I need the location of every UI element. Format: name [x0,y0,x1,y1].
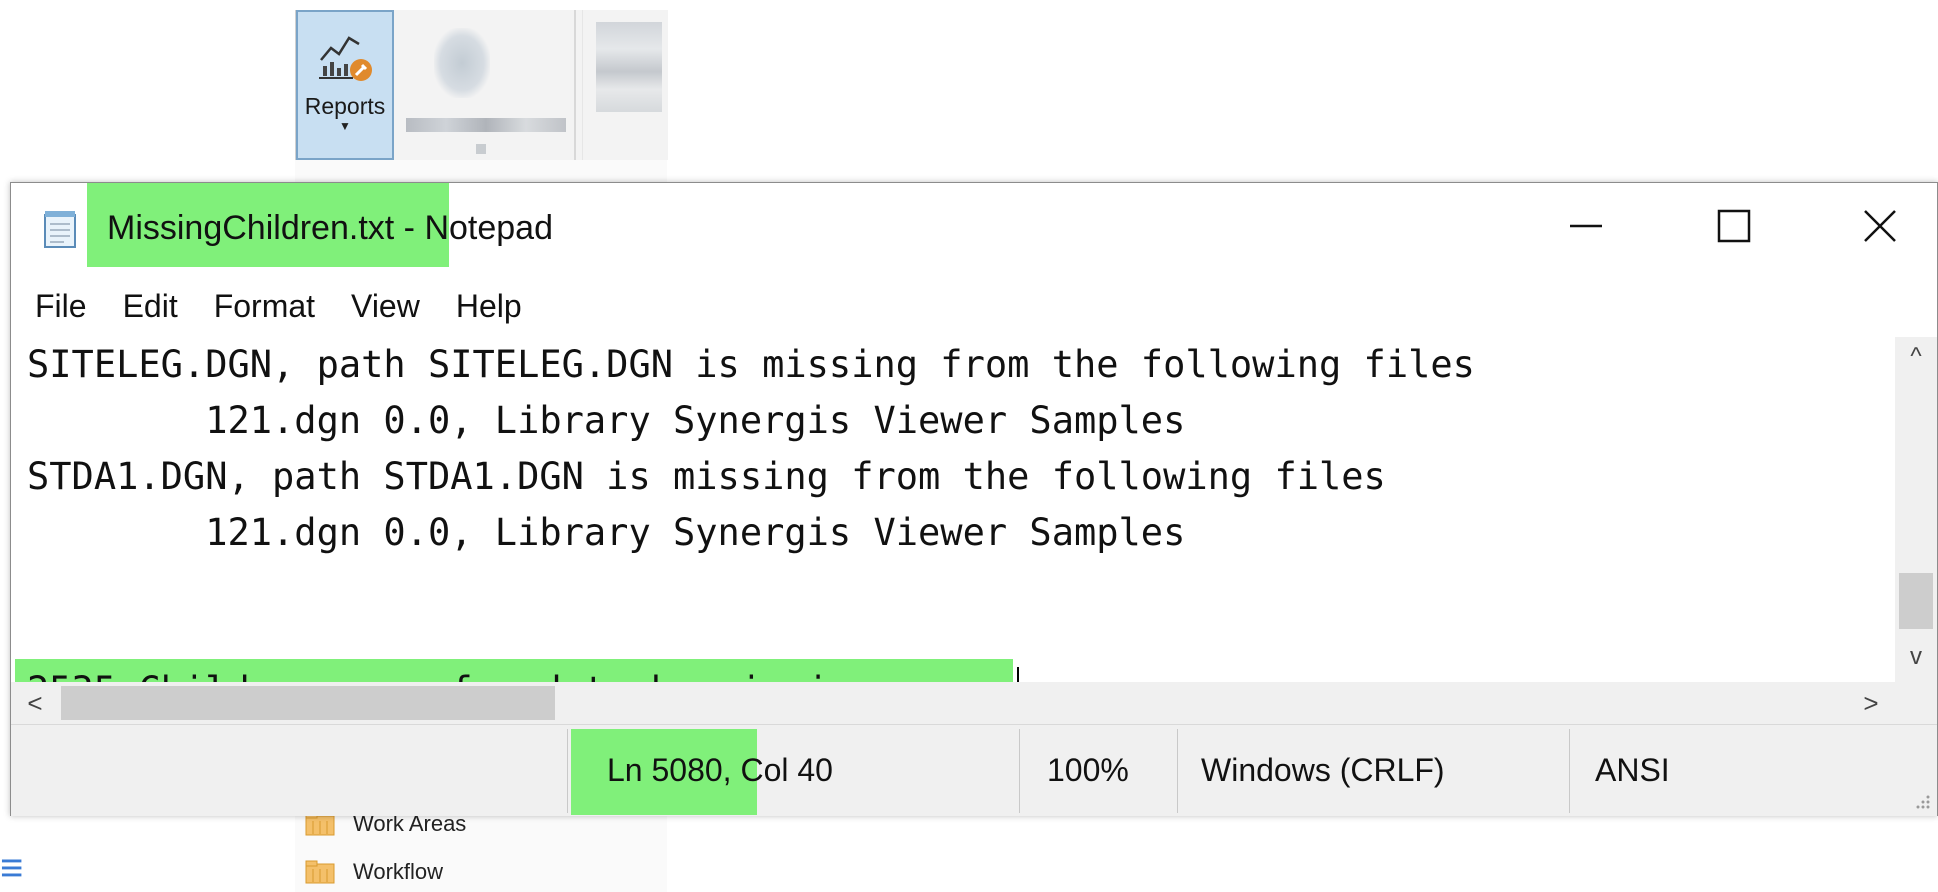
reports-button[interactable]: Reports ▼ [296,10,394,160]
reports-chart-icon [319,36,372,81]
title-bar[interactable]: MissingChildren.txt - Notepad [11,183,1937,275]
minimize-button[interactable] [1531,191,1641,261]
minimize-icon [1570,224,1602,228]
blurred-icon [434,28,490,98]
ribbon-separator [582,10,583,160]
text-caret [1017,667,1019,682]
horizontal-scrollbar[interactable]: < > [11,682,1896,724]
scroll-down-button[interactable]: v [1895,637,1937,677]
scroll-up-button[interactable]: ^ [1895,337,1937,377]
ribbon-separator [574,10,576,160]
status-divider [567,729,568,813]
tree-item-label: Workflow [353,859,444,884]
chevron-down-icon: ▼ [339,119,351,133]
status-bar: Ln 5080, Col 40 100% Windows (CRLF) ANSI [11,724,1937,816]
title-filename: MissingChildren.txt [107,209,395,247]
menu-help[interactable]: Help [456,288,522,325]
text-line: STDA1.DGN, path STDA1.DGN is missing fro… [27,455,1386,498]
menu-bar: File Edit Format View Help [11,281,1937,331]
scroll-left-button[interactable]: < [15,682,55,724]
blurred-label [406,118,566,132]
scroll-right-button[interactable]: > [1851,682,1891,724]
close-button[interactable] [1825,191,1935,261]
status-column-number: , Col 40 [722,752,833,788]
status-position: Ln 5080, Col 40 [607,725,833,816]
vertical-scroll-thumb[interactable] [1899,573,1933,629]
close-icon [1864,210,1896,242]
blurred-caret [476,144,486,154]
folder-icon [305,860,335,884]
text-editor[interactable]: SITELEG.DGN, path SITELEG.DGN is missing… [11,337,1896,682]
status-zoom: 100% [1047,752,1129,788]
maximize-icon [1717,209,1751,243]
status-divider [1569,729,1570,813]
ribbon: Reports ▼ [295,10,668,160]
blurred-ribbon-button[interactable] [406,20,566,154]
maximize-button[interactable] [1679,191,1789,261]
reports-label: Reports [304,93,386,119]
tree-item-workflow[interactable]: Workflow [305,852,443,892]
status-divider [1019,729,1020,813]
title-app-name: Notepad [424,209,553,247]
menu-view[interactable]: View [351,288,420,325]
window-title: MissingChildren.txt - Notepad [107,209,553,248]
title-separator: - [394,209,425,247]
text-line: 121.dgn 0.0, Library Synergis Viewer Sam… [27,511,1186,554]
menu-edit[interactable]: Edit [123,288,178,325]
text-line: 121.dgn 0.0, Library Synergis Viewer Sam… [27,399,1186,442]
resize-grip-icon[interactable] [1913,792,1931,810]
scrollbar-corner [1895,682,1937,724]
notepad-window: MissingChildren.txt - Notepad File Edit … [10,182,1938,816]
summary-line: 2535 Children were found to be missing. [27,663,896,682]
notepad-icon [44,211,76,248]
menu-format[interactable]: Format [214,288,315,325]
status-divider [1177,729,1178,813]
menu-lines-icon: ≡ [0,846,24,890]
status-line-number: Ln 5080 [607,752,723,788]
menu-file[interactable]: File [35,288,87,325]
text-line: SITELEG.DGN, path SITELEG.DGN is missing… [27,343,1475,386]
horizontal-scroll-thumb[interactable] [61,686,555,720]
vertical-scrollbar[interactable]: ^ v [1895,337,1937,682]
status-encoding: ANSI [1595,752,1670,788]
blurred-ribbon-group[interactable] [596,22,662,112]
status-line-ending: Windows (CRLF) [1201,752,1445,788]
